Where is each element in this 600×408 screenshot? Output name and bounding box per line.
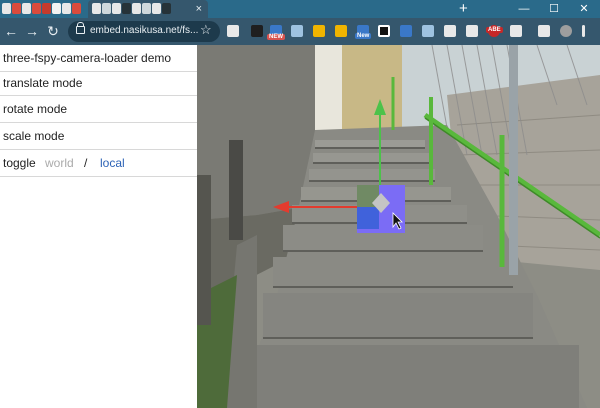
new-tab-button[interactable]: + <box>459 0 468 18</box>
tab-favicon[interactable] <box>52 3 61 14</box>
new-badge: New <box>355 33 372 39</box>
panel-title-label: three-fspy-camera-loader demo <box>3 51 172 65</box>
extension-icon[interactable] <box>251 25 263 37</box>
tab-favicon <box>102 3 111 14</box>
extension-icon[interactable] <box>466 25 478 37</box>
extension-icon[interactable] <box>335 25 347 37</box>
scale-mode-label: scale mode <box>3 129 65 143</box>
tab-favicon[interactable] <box>32 3 41 14</box>
pinned-tabs[interactable] <box>2 3 81 15</box>
left-wall <box>197 45 315 220</box>
rotate-mode-label: rotate mode <box>3 102 68 116</box>
translate-mode-label: translate mode <box>3 76 83 90</box>
extension-icon[interactable] <box>378 25 390 37</box>
avatar[interactable] <box>560 25 572 37</box>
local-option[interactable]: local <box>100 150 125 176</box>
extension-icon[interactable] <box>444 25 456 37</box>
tab-favicon[interactable] <box>62 3 71 14</box>
close-tab-icon[interactable]: × <box>196 2 202 16</box>
new-badge: NEW <box>267 34 285 40</box>
address-bar[interactable]: embed.nasikusa.net/fs... <box>68 21 220 42</box>
close-window-button[interactable]: ✕ <box>572 0 596 18</box>
tab-favicon <box>92 3 101 14</box>
tab-favicon <box>122 3 131 14</box>
tab-favicon[interactable] <box>2 3 11 14</box>
tab-favicon <box>162 3 171 14</box>
toggle-label: toggle <box>3 156 36 170</box>
menu-icon[interactable] <box>582 25 585 37</box>
back-button[interactable]: ← <box>2 22 20 40</box>
bookmark-star-icon[interactable]: ☆ <box>200 22 212 38</box>
active-tab[interactable]: × <box>88 0 208 18</box>
url-text[interactable]: embed.nasikusa.net/fs... <box>90 25 218 36</box>
left-post <box>229 140 243 240</box>
lock-icon <box>76 22 85 34</box>
scene-canvas[interactable] <box>197 45 600 408</box>
extension-badge: ABE <box>486 27 503 33</box>
tab-favicon <box>152 3 161 14</box>
left-post-2 <box>197 175 211 325</box>
pipe <box>509 45 518 275</box>
3d-viewport[interactable] <box>197 45 600 408</box>
tab-favicon <box>112 3 121 14</box>
maximize-button[interactable]: ☐ <box>542 0 566 18</box>
tab-strip: × + — ☐ ✕ <box>0 0 600 18</box>
media-control-icon[interactable] <box>538 25 550 37</box>
translate-mode-button[interactable]: translate mode <box>0 70 197 96</box>
xz-plane-handle[interactable] <box>357 207 379 229</box>
tab-favicon <box>132 3 141 14</box>
minimize-button[interactable]: — <box>512 0 536 18</box>
extension-icon[interactable] <box>400 25 412 37</box>
control-panel: three-fspy-camera-loader demo translate … <box>0 45 197 408</box>
extension-icon[interactable] <box>313 25 325 37</box>
extension-icon[interactable] <box>510 25 522 37</box>
extension-icon[interactable] <box>227 25 239 37</box>
panel-title: three-fspy-camera-loader demo <box>0 45 197 72</box>
tab-favicon[interactable] <box>22 3 31 14</box>
reload-button[interactable]: ↻ <box>44 22 62 40</box>
toggle-separator: / <box>84 156 88 170</box>
forward-button[interactable]: → <box>23 22 41 40</box>
world-option[interactable]: world <box>45 150 74 176</box>
scale-mode-button[interactable]: scale mode <box>0 123 197 150</box>
extension-icon[interactable] <box>291 25 303 37</box>
tab-favicon[interactable] <box>72 3 81 14</box>
tab-favicons[interactable] <box>210 3 229 15</box>
tab-favicon <box>142 3 151 14</box>
extension-icon[interactable] <box>422 25 434 37</box>
tab-favicon[interactable] <box>42 3 51 14</box>
rotate-mode-button[interactable]: rotate mode <box>0 96 197 123</box>
space-toggle: toggle world / local <box>0 150 197 177</box>
tab-favicon[interactable] <box>12 3 21 14</box>
